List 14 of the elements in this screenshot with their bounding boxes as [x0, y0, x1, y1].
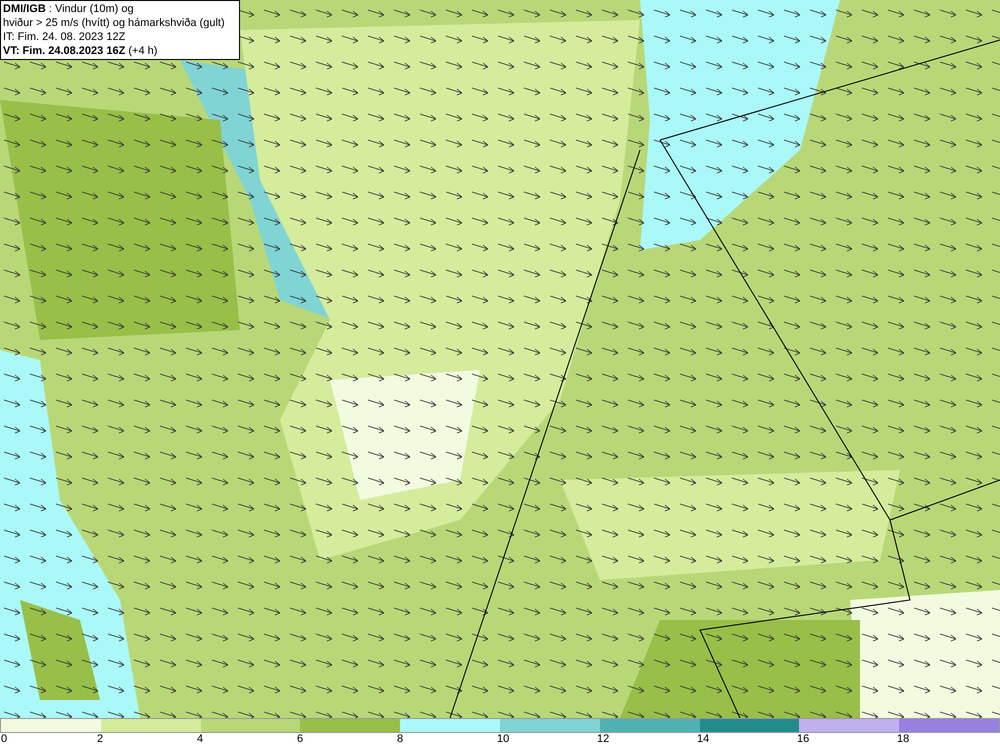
info-text: VT: Fim. 24.08.2023 16Z (+4 h)	[3, 44, 158, 58]
info-text: IT: Fim. 24. 08. 2023 12Z	[3, 30, 126, 44]
scale-label: 0	[1, 733, 8, 746]
scale-label: 14	[697, 733, 710, 746]
scale-label: 2	[97, 733, 104, 746]
scale-label: 4	[197, 733, 204, 746]
scale-label: 8	[397, 733, 404, 746]
scale-label: 16	[797, 733, 810, 746]
scale-label: 10	[497, 733, 510, 746]
info-text: hviður > 25 m/s (hvítt) og hámarkshviða (gult)	[3, 16, 226, 30]
scale-label: 18	[897, 733, 910, 746]
scale-label: 12	[597, 733, 610, 746]
info-text: DMI/IGB : Vindur (10m) og	[3, 2, 135, 16]
scale-label: 6	[297, 733, 304, 746]
